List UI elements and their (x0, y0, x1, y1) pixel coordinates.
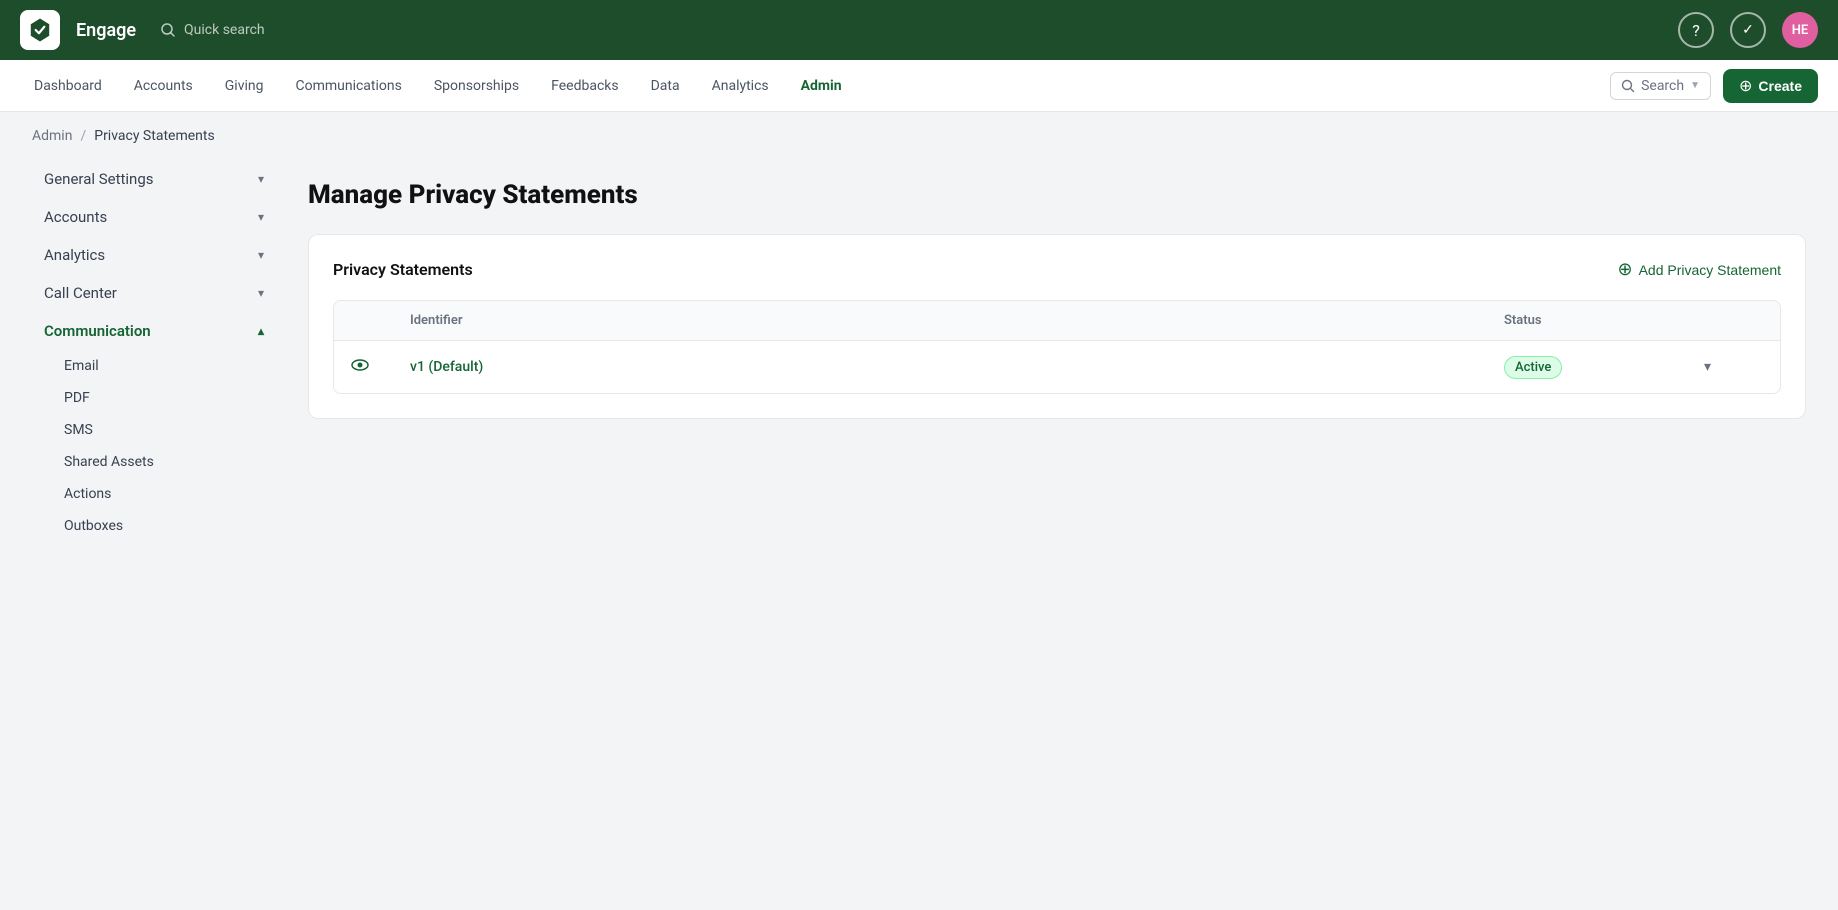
breadcrumb-current: Privacy Statements (94, 128, 214, 144)
status-badge: Active (1504, 356, 1562, 379)
table-header: Identifier Status (334, 301, 1780, 341)
nav-item-analytics[interactable]: Analytics (698, 72, 783, 100)
help-icon: ? (1692, 21, 1700, 40)
topbar: Engage Quick search ? ✓ HE (0, 0, 1838, 60)
nav-item-dashboard[interactable]: Dashboard (20, 72, 116, 100)
help-button[interactable]: ? (1678, 12, 1714, 48)
sidebar-item-accounts[interactable]: Accounts ▾ (32, 198, 276, 236)
sidebar: General Settings ▾ Accounts ▾ Analytics … (32, 160, 292, 542)
chevron-down-icon: ▾ (258, 172, 264, 186)
privacy-statements-card: Privacy Statements ⊕ Add Privacy Stateme… (308, 234, 1806, 419)
create-icon: ⊕ (1739, 76, 1752, 96)
table-row: v1 (Default) Active ▾ (334, 341, 1780, 393)
breadcrumb: Admin / Privacy Statements (0, 112, 1838, 160)
quick-search-label: Quick search (184, 22, 265, 38)
row-eye-icon[interactable] (350, 355, 410, 379)
tasks-icon: ✓ (1742, 22, 1754, 38)
sidebar-item-analytics[interactable]: Analytics ▾ (32, 236, 276, 274)
user-avatar[interactable]: HE (1782, 12, 1818, 48)
sidebar-item-general-settings-label: General Settings (44, 170, 154, 188)
add-privacy-statement-button[interactable]: ⊕ Add Privacy Statement (1618, 259, 1782, 280)
tasks-button[interactable]: ✓ (1730, 12, 1766, 48)
sidebar-subitem-actions[interactable]: Actions (52, 478, 276, 510)
row-expand-chevron[interactable]: ▾ (1704, 359, 1764, 375)
create-label: Create (1758, 78, 1802, 94)
row-identifier: v1 (Default) (410, 359, 1504, 375)
communication-subitems: Email PDF SMS Shared Assets Actions Outb… (32, 350, 276, 542)
breadcrumb-parent[interactable]: Admin (32, 128, 72, 144)
navbar-search-chevron: ▼ (1690, 80, 1700, 91)
nav-item-accounts[interactable]: Accounts (120, 72, 207, 100)
sidebar-subitem-email[interactable]: Email (52, 350, 276, 382)
card-header: Privacy Statements ⊕ Add Privacy Stateme… (333, 259, 1781, 280)
sidebar-item-accounts-label: Accounts (44, 208, 107, 226)
col-icon (350, 313, 410, 328)
sidebar-subitem-shared-assets[interactable]: Shared Assets (52, 446, 276, 478)
card-title: Privacy Statements (333, 260, 473, 279)
chevron-down-icon: ▾ (258, 286, 264, 300)
main-panel: Manage Privacy Statements Privacy Statem… (292, 160, 1838, 542)
sidebar-item-general-settings[interactable]: General Settings ▾ (32, 160, 276, 198)
sidebar-item-communication-label: Communication (44, 322, 151, 340)
nav-item-sponsorships[interactable]: Sponsorships (420, 72, 533, 100)
nav-item-communications[interactable]: Communications (281, 72, 415, 100)
sidebar-subitem-outboxes[interactable]: Outboxes (52, 510, 276, 542)
col-identifier: Identifier (410, 313, 1504, 328)
nav-item-giving[interactable]: Giving (211, 72, 278, 100)
navbar-search[interactable]: Search ▼ (1610, 72, 1711, 100)
col-status: Status (1504, 313, 1704, 328)
app-name: Engage (76, 20, 136, 41)
col-actions (1704, 313, 1764, 328)
row-status-cell: Active (1504, 356, 1704, 379)
quick-search[interactable]: Quick search (160, 22, 265, 38)
add-icon: ⊕ (1618, 259, 1633, 280)
nav-item-admin[interactable]: Admin (787, 72, 856, 100)
chevron-down-icon: ▾ (258, 248, 264, 262)
chevron-down-icon: ▾ (258, 210, 264, 224)
nav-item-feedbacks[interactable]: Feedbacks (537, 72, 632, 100)
sidebar-item-communication[interactable]: Communication ▴ (32, 312, 276, 350)
navbar-search-label: Search (1641, 78, 1684, 94)
page-title: Manage Privacy Statements (308, 160, 1806, 210)
chevron-up-icon: ▴ (258, 324, 264, 338)
sidebar-subitem-pdf[interactable]: PDF (52, 382, 276, 414)
breadcrumb-separator: / (80, 128, 86, 144)
navbar-search-icon (1621, 79, 1635, 93)
add-button-label: Add Privacy Statement (1639, 262, 1781, 278)
sidebar-subitem-sms[interactable]: SMS (52, 414, 276, 446)
search-icon (160, 22, 176, 38)
sidebar-item-analytics-label: Analytics (44, 246, 105, 264)
sidebar-item-call-center-label: Call Center (44, 284, 117, 302)
app-logo (20, 10, 60, 50)
content-area: General Settings ▾ Accounts ▾ Analytics … (0, 160, 1838, 542)
create-button[interactable]: ⊕ Create (1723, 69, 1818, 103)
topbar-actions: ? ✓ HE (1678, 12, 1818, 48)
sidebar-item-call-center[interactable]: Call Center ▾ (32, 274, 276, 312)
nav-item-data[interactable]: Data (637, 72, 694, 100)
page-wrap: Admin / Privacy Statements General Setti… (0, 112, 1838, 910)
privacy-statements-table: Identifier Status v1 (Default) (333, 300, 1781, 394)
navbar: Dashboard Accounts Giving Communications… (0, 60, 1838, 112)
